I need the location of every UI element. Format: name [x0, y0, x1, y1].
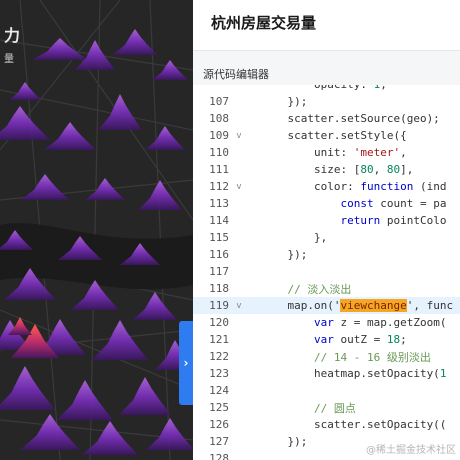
code-line[interactable]: 125 // 圆点 — [193, 399, 460, 416]
line-number: 121 — [209, 333, 229, 346]
watermark: @稀土掘金技术社区 — [366, 445, 456, 456]
code-line[interactable]: 110 unit: 'meter', — [193, 144, 460, 161]
editor-label: 源代码编辑器 — [193, 51, 460, 86]
chevron-right-icon: › — [183, 356, 189, 370]
line-number: 118 — [209, 282, 229, 295]
code-text: }, — [261, 231, 328, 244]
code-line[interactable]: 124 — [193, 382, 460, 399]
map-title-fragment: 力 — [4, 26, 21, 45]
code-line-partial: opacity: 1, — [193, 85, 460, 93]
code-text: color: function (ind — [261, 180, 447, 193]
line-number: 109 — [209, 129, 229, 142]
code-text: size: [80, 80], — [261, 163, 414, 176]
line-number: 115 — [209, 231, 229, 244]
fold-chevron-icon[interactable]: v — [229, 301, 249, 311]
code-line[interactable]: 117 — [193, 263, 460, 280]
code-text: var outZ = 18; — [313, 333, 407, 346]
line-number: 114 — [209, 214, 229, 227]
map-canvas[interactable]: 力 量 › — [0, 0, 193, 460]
panel-title: 杭州房屋交易量 — [211, 14, 317, 32]
line-number: 113 — [209, 197, 229, 210]
code-text: scatter.setSource(geo); — [261, 112, 440, 125]
line-number: 126 — [209, 418, 229, 431]
line-number: 125 — [209, 401, 229, 414]
code-line[interactable]: 120 var z = map.getZoom( — [193, 314, 460, 331]
code-editor[interactable]: opacity: 1,107 });108 scatter.setSource(… — [193, 85, 460, 460]
code-text: const count = pa — [340, 197, 447, 210]
line-number: 122 — [209, 350, 229, 363]
code-line[interactable]: 107 }); — [193, 93, 460, 110]
code-line[interactable]: 123 heatmap.setOpacity(1 — [193, 365, 460, 382]
code-text: }); — [261, 95, 308, 108]
code-line[interactable]: 119 v map.on('viewchange', func — [193, 297, 460, 314]
code-text: scatter.setOpacity(( — [261, 418, 447, 431]
line-number: 108 — [209, 112, 229, 125]
line-number: 110 — [209, 146, 229, 159]
code-text: // 14 - 16 级别淡出 — [261, 350, 431, 364]
line-number: 117 — [209, 265, 229, 278]
line-number: 119 — [209, 299, 229, 312]
line-number: 128 — [209, 452, 229, 460]
heatmap-3d-visualization — [0, 0, 193, 460]
line-number: 123 — [209, 367, 229, 380]
code-line[interactable]: 118 // 淡入淡出 — [193, 280, 460, 297]
line-number: 124 — [209, 384, 229, 397]
code-line[interactable]: 112 v color: function (ind — [193, 178, 460, 195]
line-number: 112 — [209, 180, 229, 193]
line-number: 120 — [209, 316, 229, 329]
code-line[interactable]: 115 }, — [193, 229, 460, 246]
fold-chevron-icon[interactable]: v — [229, 182, 249, 192]
code-text: // 淡入淡出 — [261, 282, 352, 296]
code-panel: 杭州房屋交易量 源代码编辑器 opacity: 1,107 });108 sca… — [193, 0, 460, 460]
line-number: 107 — [209, 95, 229, 108]
code-text: }); — [261, 435, 308, 448]
line-number: 116 — [209, 248, 229, 261]
fold-chevron-icon[interactable]: v — [229, 131, 249, 141]
code-line[interactable]: 122 // 14 - 16 级别淡出 — [193, 348, 460, 365]
code-text: scatter.setStyle({ — [261, 129, 407, 142]
line-number: 127 — [209, 435, 229, 448]
code-line[interactable]: 126 scatter.setOpacity(( — [193, 416, 460, 433]
code-text: return pointColo — [340, 214, 447, 227]
map-subtitle-fragment: 量 — [4, 54, 14, 65]
code-text: map.on('viewchange', func — [261, 299, 454, 312]
code-text: }); — [261, 248, 308, 261]
code-text: var z = map.getZoom( — [313, 316, 447, 329]
code-line[interactable]: 108 scatter.setSource(geo); — [193, 110, 460, 127]
code-line[interactable]: 113 const count = pa — [193, 195, 460, 212]
panel-toggle-button[interactable]: › — [179, 321, 193, 405]
code-text: unit: 'meter', — [261, 146, 407, 159]
code-line[interactable]: 114 return pointColo — [193, 212, 460, 229]
code-text: // 圆点 — [261, 401, 356, 415]
code-line[interactable]: 109 v scatter.setStyle({ — [193, 127, 460, 144]
code-line[interactable]: 116 }); — [193, 246, 460, 263]
code-text: heatmap.setOpacity(1 — [261, 367, 447, 380]
code-line[interactable]: 111 size: [80, 80], — [193, 161, 460, 178]
code-line[interactable]: 121 var outZ = 18; — [193, 331, 460, 348]
line-number: 111 — [209, 163, 229, 176]
